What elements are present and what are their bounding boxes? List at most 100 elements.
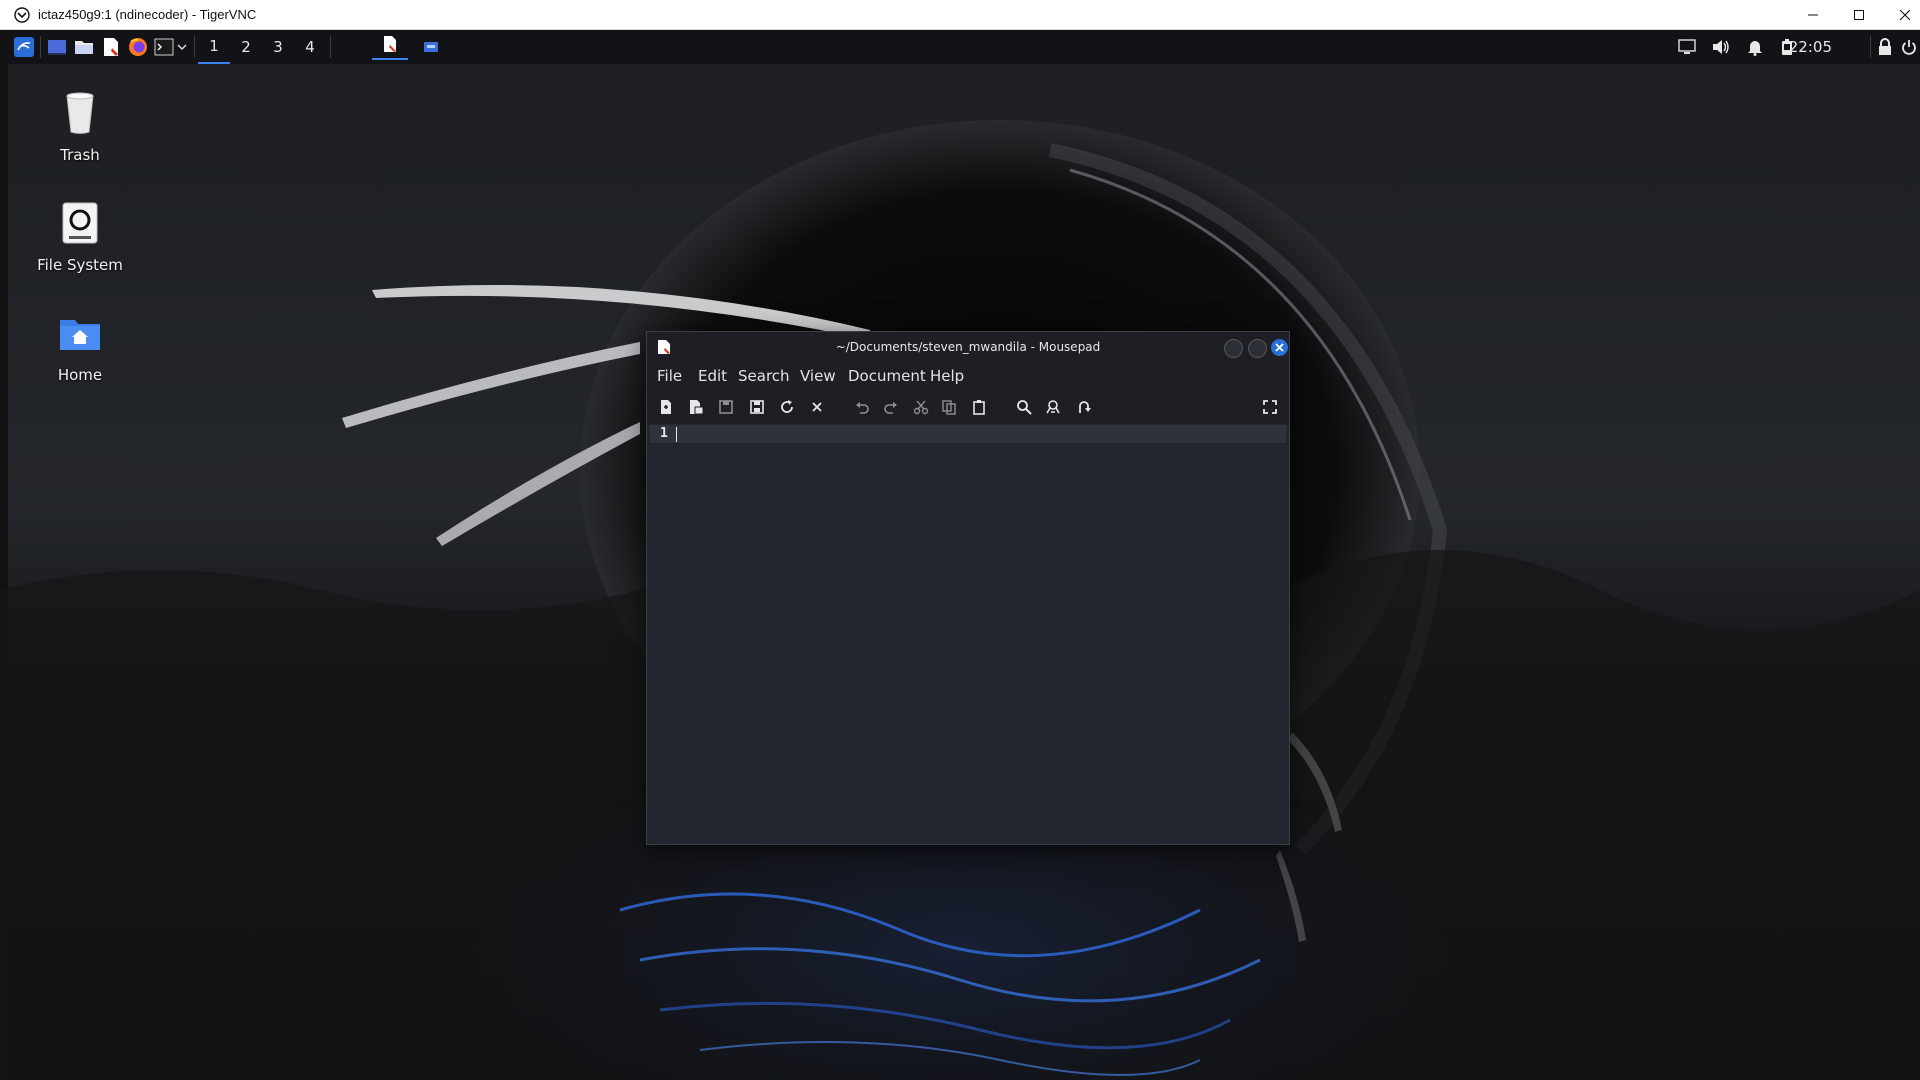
fullscreen-icon — [1263, 400, 1277, 414]
tigervnc-icon — [14, 7, 30, 23]
find-button[interactable] — [1015, 398, 1033, 416]
menu-document[interactable]: Document — [848, 367, 926, 385]
show-desktop-icon — [48, 40, 66, 55]
line-number: 1 — [660, 426, 668, 441]
desktop-icon-trash[interactable]: Trash — [25, 90, 135, 164]
text-editor-launcher[interactable] — [100, 34, 122, 60]
window-maximize-button[interactable] — [1248, 339, 1267, 358]
lock-icon — [1879, 38, 1891, 55]
panel-clock[interactable]: 22:05 — [1789, 38, 1832, 56]
taskbar-mousepad[interactable] — [372, 30, 408, 60]
trash-icon — [66, 92, 94, 134]
kali-menu-icon — [14, 37, 34, 57]
home-folder-icon — [60, 320, 100, 350]
reload-icon — [781, 400, 793, 413]
maximize-button[interactable] — [1836, 0, 1882, 30]
new-document-button[interactable] — [657, 398, 675, 416]
minimize-button[interactable] — [1790, 0, 1836, 30]
desktop-icon-label: Home — [57, 366, 103, 384]
new-window-button[interactable] — [687, 398, 705, 416]
text-cursor — [676, 427, 677, 442]
fullscreen-button[interactable] — [1261, 398, 1279, 416]
menu-file[interactable]: File — [657, 367, 682, 385]
find-icon — [1017, 400, 1032, 415]
paste-icon — [973, 400, 985, 415]
goto-button[interactable] — [1075, 398, 1093, 416]
workspace-3[interactable]: 3 — [262, 30, 294, 64]
window-close-button[interactable] — [1271, 339, 1288, 356]
menu-view[interactable]: View — [800, 367, 836, 385]
current-line-highlight — [650, 425, 1286, 443]
workspace-4[interactable]: 4 — [294, 30, 326, 64]
terminal-icon — [154, 38, 174, 56]
undo-icon — [856, 402, 869, 414]
undo-button[interactable] — [853, 398, 871, 416]
show-desktop-button[interactable] — [46, 34, 68, 60]
firefox-launcher[interactable] — [127, 34, 149, 60]
taskbar-vnc[interactable] — [416, 34, 446, 60]
menu-search[interactable]: Search — [738, 367, 790, 385]
find-replace-icon — [1046, 400, 1060, 414]
desktop-icon-home[interactable]: Home — [25, 310, 135, 384]
applications-menu-button[interactable] — [12, 34, 36, 60]
launcher-dropdown-button[interactable] — [175, 34, 189, 60]
copy-icon — [942, 400, 956, 415]
redo-button[interactable] — [882, 398, 900, 416]
save-button[interactable] — [717, 398, 735, 416]
workspace-2[interactable]: 2 — [230, 30, 262, 64]
volume-tray-button[interactable] — [1710, 34, 1732, 60]
chevron-down-icon — [177, 44, 187, 50]
mousepad-window: ~/Documents/steven_mwandila - Mousepad F… — [646, 331, 1290, 845]
cut-button[interactable] — [912, 398, 930, 416]
text-editor-icon — [104, 38, 118, 56]
save-as-button[interactable] — [748, 398, 766, 416]
mousepad-window-title: ~/Documents/steven_mwandila - Mousepad — [835, 340, 1101, 354]
desktop-wallpaper: Trash File System Home ~/Documents/steve… — [0, 30, 1920, 1080]
mousepad-title-bar[interactable]: ~/Documents/steven_mwandila - Mousepad — [647, 332, 1289, 362]
file-manager-launcher[interactable] — [73, 34, 95, 60]
display-icon — [1678, 39, 1696, 54]
power-button[interactable] — [1900, 34, 1918, 60]
toolbar — [647, 390, 1289, 424]
firefox-icon — [129, 38, 147, 56]
panel-separator — [330, 36, 331, 58]
panel-separator — [194, 36, 195, 58]
menu-help[interactable]: Help — [930, 367, 964, 385]
menu-bar: File Edit Search View Document Help — [647, 362, 1289, 390]
close-document-icon — [812, 402, 822, 412]
window-minimize-button[interactable] — [1224, 339, 1243, 358]
terminal-launcher[interactable] — [153, 34, 175, 60]
mousepad-task-icon — [384, 36, 396, 52]
find-replace-button[interactable] — [1045, 398, 1063, 416]
vnc-window-title: ictaz450g9:1 (ndinecoder) - TigerVNC — [38, 7, 257, 22]
top-panel: 1 2 3 4 22:05 — [8, 30, 1920, 64]
paste-button[interactable] — [970, 398, 988, 416]
workspace-1[interactable]: 1 — [198, 30, 230, 64]
file-manager-icon — [75, 41, 93, 54]
close-button[interactable] — [1882, 0, 1920, 30]
lock-screen-button[interactable] — [1874, 34, 1896, 60]
goto-icon — [1079, 401, 1091, 413]
vnc-title-bar: ictaz450g9:1 (ndinecoder) - TigerVNC — [0, 0, 1920, 30]
close-icon — [1275, 343, 1284, 352]
redo-icon — [884, 402, 897, 414]
notification-bell-icon — [1748, 41, 1762, 56]
display-tray-button[interactable] — [1676, 34, 1698, 60]
desktop-icon-file-system[interactable]: File System — [25, 200, 135, 274]
copy-button[interactable] — [940, 398, 958, 416]
new-window-icon — [690, 400, 704, 415]
notifications-tray-button[interactable] — [1744, 34, 1766, 60]
maximize-icon — [1854, 10, 1864, 20]
save-icon — [719, 400, 733, 414]
panel-separator — [40, 36, 41, 58]
drive-icon — [62, 202, 98, 244]
reload-button[interactable] — [778, 398, 796, 416]
close-document-button[interactable] — [808, 398, 826, 416]
desktop-icon-label: File System — [37, 256, 123, 274]
save-as-icon — [750, 400, 764, 414]
cut-icon — [913, 400, 929, 415]
text-editor-area[interactable]: 1 — [650, 425, 1286, 841]
vnc-task-icon — [424, 42, 438, 52]
panel-separator — [1870, 36, 1871, 58]
menu-edit[interactable]: Edit — [698, 367, 727, 385]
